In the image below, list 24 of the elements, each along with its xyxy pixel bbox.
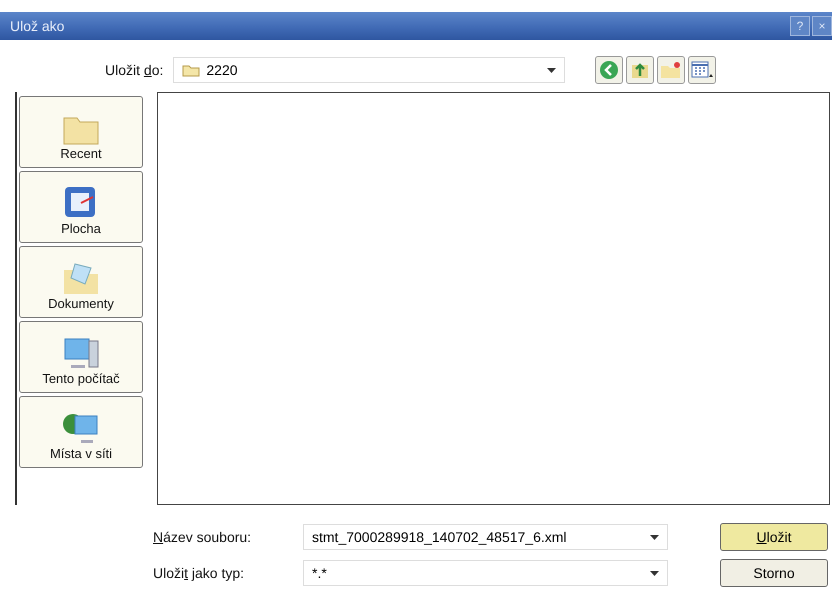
places-item[interactable]: Recent	[19, 96, 143, 168]
dropdown-caret-icon	[547, 68, 556, 72]
new-folder-icon	[660, 60, 682, 80]
views-grid-icon	[691, 60, 714, 80]
places-item[interactable]: Tento počítač	[19, 321, 143, 393]
window-title: Ulož ako	[10, 18, 64, 34]
up-button[interactable]	[626, 56, 654, 84]
field-dropdown[interactable]: stmt_7000289918_140702_48517_6.xml	[303, 524, 668, 550]
save-button[interactable]: Uložit	[720, 523, 828, 551]
cancel-button[interactable]: Storno	[720, 559, 828, 587]
new-folder-button[interactable]	[657, 56, 686, 84]
folder-icon	[182, 63, 200, 77]
field-label: Uložit jako typ:	[153, 565, 246, 581]
dropdown-caret-icon	[650, 534, 659, 540]
places-item[interactable]: Místa v síti	[19, 396, 143, 468]
views-button[interactable]	[688, 56, 716, 84]
field-label: Název souboru:	[153, 529, 252, 545]
field-dropdown[interactable]: *.*	[303, 560, 668, 586]
places-item[interactable]: Dokumenty	[19, 246, 143, 318]
back-button[interactable]	[595, 56, 624, 84]
places-item[interactable]: Plocha	[19, 171, 143, 243]
save-in-dropdown[interactable]: 2220	[173, 57, 566, 83]
save-in-label: Uložit do:	[105, 62, 164, 78]
dropdown-caret-icon	[650, 570, 659, 576]
